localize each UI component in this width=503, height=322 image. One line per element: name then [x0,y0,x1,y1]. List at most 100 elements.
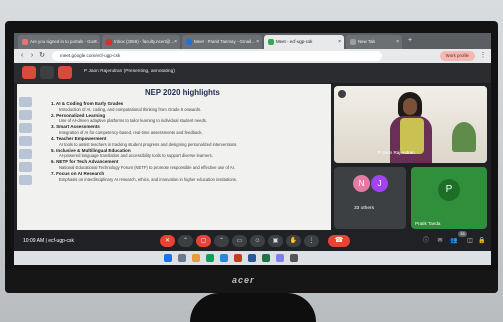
person-face [403,98,417,115]
shared-slide: NEP 2020 highlights 1. AI & Coding from … [17,84,331,230]
teacher-icon [19,136,32,146]
others-count-label: 33 others [354,206,375,211]
word-icon[interactable] [248,254,256,262]
slide-item: 2. Personalized Learning Use of AI-driven… [51,113,321,124]
browser-tab[interactable]: Meet - Pranit Tanmay - Gmail... × [182,35,262,49]
people-icon[interactable]: 👥 [450,237,458,245]
close-icon[interactable]: × [338,35,341,49]
others-tile[interactable]: N J 33 others [334,167,406,229]
new-tab-icon[interactable]: + [406,37,414,45]
slide-item-body: Integration of AI for competency-based, … [59,129,203,135]
tab-favicon-icon [350,39,356,45]
meet-window: P Jaon Rajendran (Presenting, annotating… [14,63,491,265]
chrome-icon[interactable] [206,254,214,262]
participant-name: Pratik Tanda [415,221,441,226]
slide-title: NEP 2020 highlights [145,88,220,97]
slide-item: 4. Teacher Empowerment AI tools to assist… [51,136,321,147]
slide-item: 6. NETF for Tech Advancement National Edu… [51,159,321,170]
meet-icon [268,39,274,45]
search-icon[interactable] [178,254,186,262]
tab-label: New Tab [358,39,376,44]
slide-item: 5. Inclusive & Multilingual Education AI-… [51,148,321,159]
browser-tab[interactable]: Inbox (3059) - faculty.ncert@... × [102,35,180,49]
clock-time: 10:09 AM [23,238,45,244]
address-bar: ‹ › ↻ meet.google.com/ecf-ugp-csk Work p… [14,49,491,63]
file-explorer-icon[interactable] [192,254,200,262]
slide-item-body: AI tools to assist teachers in tracking … [59,141,238,147]
settings-icon[interactable] [290,254,298,262]
plant-image [452,122,476,152]
assessment-icon [19,123,32,133]
monitor-stand [190,293,316,322]
close-icon[interactable]: × [94,35,97,49]
slide-item: 1. AI & Coding from Early Grades Introduc… [51,101,321,112]
tab-label: Meet - ecf-ugp-csk [276,39,313,44]
meeting-code: ecf-ugp-csk [48,238,75,244]
reload-icon[interactable]: ↻ [38,52,46,60]
chevron-up-icon[interactable]: ⌃ [178,235,193,247]
os-taskbar [14,251,491,265]
slide-item-body: AI-powered language translation and acce… [59,153,213,159]
browser-tab-active[interactable]: Meet - ecf-ugp-csk × [264,35,344,49]
screen: Are you signed in to portals - Goo... × I… [14,33,491,265]
browser-tab-bar: Are you signed in to portals - Goo... × I… [14,33,491,49]
forward-icon[interactable]: › [28,52,36,60]
meeting-info: 10:09 AM | ecf-ugp-csk [23,238,75,244]
mic-off-icon[interactable]: ✕ [160,235,175,247]
slide-item-body: Use of AI-driven adaptive platforms to t… [59,118,208,124]
edge-icon[interactable] [220,254,228,262]
stop-presenting-icon[interactable] [22,66,36,79]
start-icon[interactable] [164,254,172,262]
meet-icon [186,39,192,45]
speaker-name: P Jaon Rajendran [378,150,415,155]
close-icon[interactable]: × [256,35,259,49]
powerpoint-icon[interactable] [234,254,242,262]
monitor-brand-logo: acer [232,275,255,285]
tab-label: Are you signed in to portals - Goo... [30,39,100,44]
ai-icon [19,97,32,107]
person-scarf [400,118,424,154]
presentation-toolbar: P Jaon Rajendran (Presenting, annotating… [14,63,491,83]
excel-icon[interactable] [262,254,270,262]
record-icon[interactable] [58,66,72,79]
slide-icon-column [19,94,39,188]
emoji-icon[interactable]: ☺ [250,235,265,247]
language-icon [19,149,32,159]
tab-favicon-icon [22,39,28,45]
menu-icon[interactable]: ⋮ [479,52,487,60]
pin-icon[interactable] [338,90,346,98]
gmail-icon [106,39,112,45]
meet-control-bar: 10:09 AM | ecf-ugp-csk ✕ ⌃ ▢ ⌃ ▭ ☺ ▣ ✋ ⋮… [14,231,491,251]
avatar: J [371,175,388,192]
tab-label: Meet - Pranit Tanmay - Gmail... [194,39,255,44]
avatar: N [353,175,370,192]
profile-button[interactable]: Work profile [439,51,475,61]
annotate-icon[interactable] [40,66,54,79]
teams-icon[interactable] [276,254,284,262]
captions-icon[interactable]: ▭ [232,235,247,247]
slide-list: 1. AI & Coding from Early Grades Introduc… [51,101,321,183]
personalize-icon [19,110,32,120]
url-input[interactable]: meet.google.com/ecf-ugp-csk [52,51,382,61]
close-icon[interactable]: × [396,35,399,49]
more-options-icon[interactable]: ⋮ [304,235,319,247]
info-icon[interactable]: ⓘ [422,237,430,245]
raise-hand-icon[interactable]: ✋ [286,235,301,247]
browser-tab[interactable]: New Tab × [346,35,402,49]
presenting-status: P Jaon Rajendran (Presenting, annotating… [84,69,175,74]
chat-icon[interactable]: ✉ [436,237,444,245]
slide-item-body: Emphasis on interdisciplinary AI researc… [59,176,238,182]
close-icon[interactable]: × [174,35,177,49]
browser-tab[interactable]: Are you signed in to portals - Goo... × [18,35,100,49]
slide-item: 7. Focus on AI Research Emphasis on inter… [51,171,321,182]
speaker-video-tile[interactable]: P Jaon Rajendran [334,86,487,163]
participant-tile[interactable]: P Pratik Tanda [411,167,487,229]
chevron-up-icon[interactable]: ⌃ [214,235,229,247]
camera-off-icon[interactable]: ▢ [196,235,211,247]
lock-icon[interactable]: 🔒 [478,237,486,245]
slide-item: 3. Smart Assessments Integration of AI fo… [51,124,321,135]
end-call-button[interactable]: ☎ [328,235,350,247]
present-icon[interactable]: ▣ [268,235,283,247]
back-icon[interactable]: ‹ [18,52,26,60]
activities-icon[interactable]: ◫ [466,237,474,245]
